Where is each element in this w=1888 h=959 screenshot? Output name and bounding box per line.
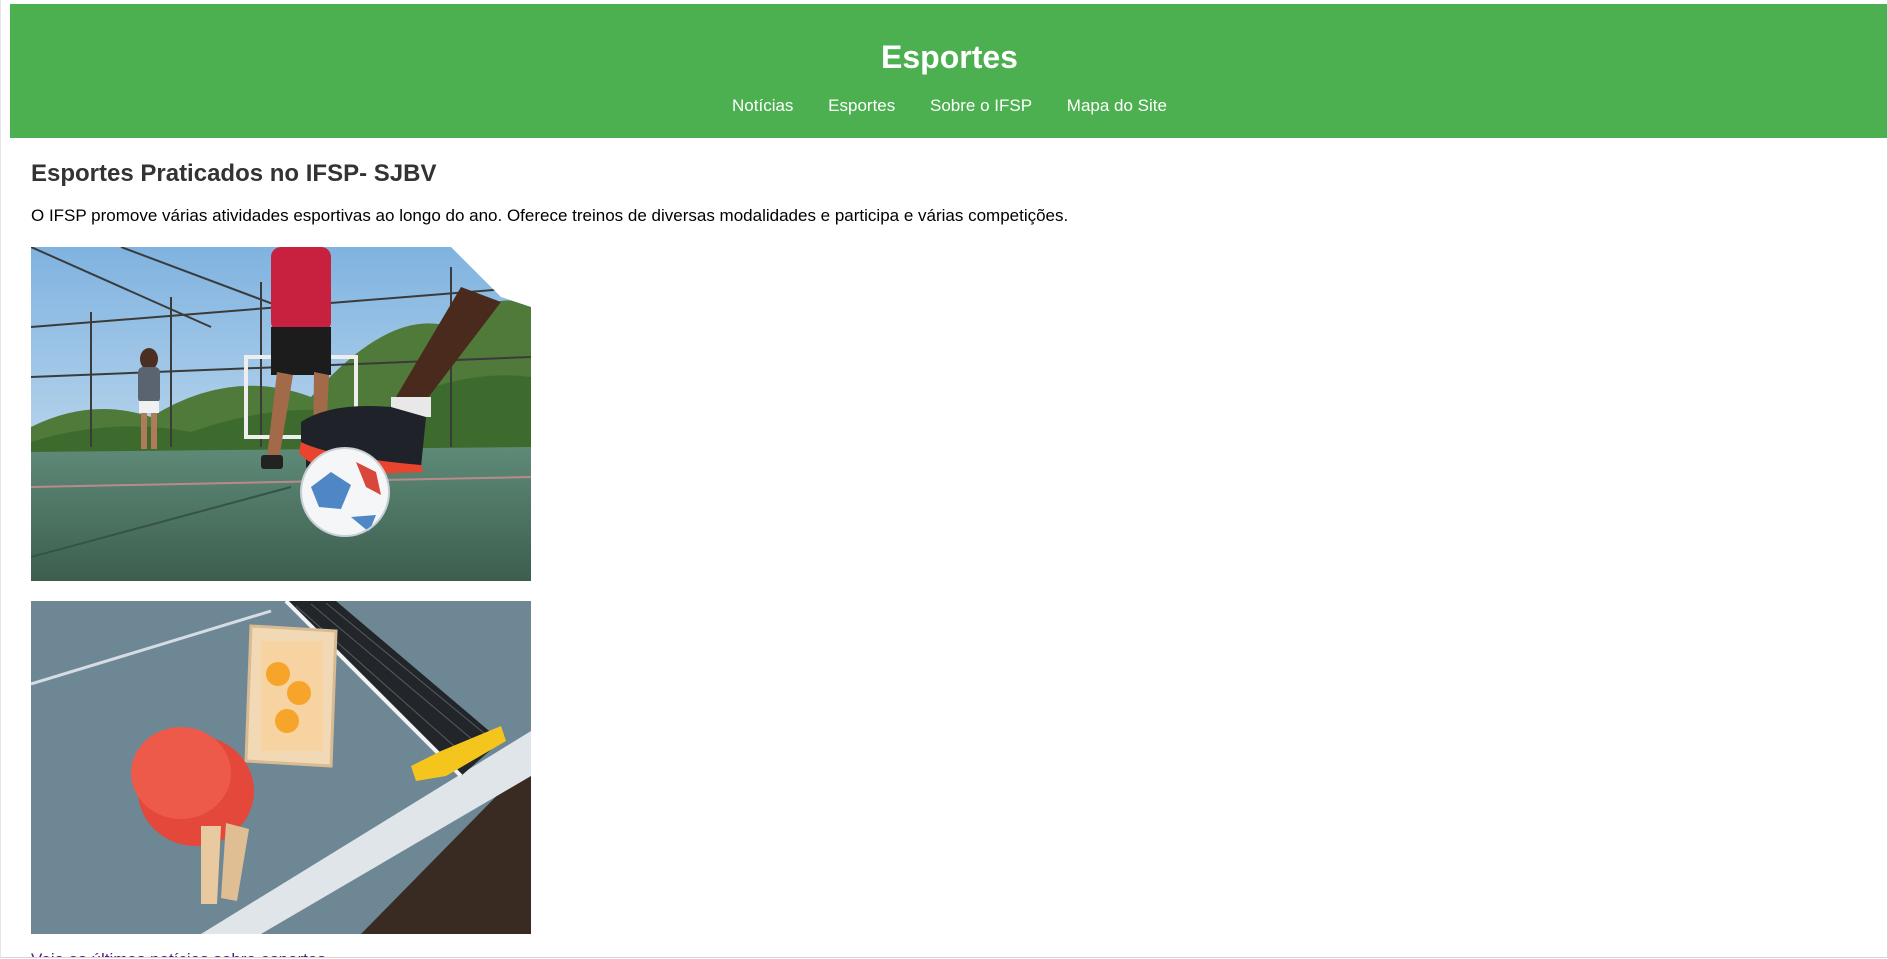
- main-nav: Notícias Esportes Sobre o IFSP Mapa do S…: [10, 92, 1887, 120]
- nav-link-noticias[interactable]: Notícias: [732, 92, 793, 120]
- main-content: Esportes Praticados no IFSP- SJBV O IFSP…: [31, 138, 1887, 957]
- site-title: Esportes: [881, 39, 1018, 75]
- futsal-photo: [31, 247, 531, 581]
- nav-link-esportes[interactable]: Esportes: [828, 92, 895, 120]
- intro-paragraph: O IFSP promove várias atividades esporti…: [31, 206, 1069, 225]
- nav-link-mapa[interactable]: Mapa do Site: [1067, 92, 1167, 120]
- site-header: Esportes Notícias Esportes Sobre o IFSP …: [10, 4, 1887, 138]
- section-title: Esportes Praticados no IFSP- SJBV: [31, 160, 437, 187]
- nav-link-sobre[interactable]: Sobre o IFSP: [930, 92, 1032, 120]
- table-tennis-photo: [31, 601, 531, 934]
- browser-viewport: Esportes Notícias Esportes Sobre o IFSP …: [0, 0, 1888, 958]
- news-link[interactable]: Veja as últimas notícias sobre esportes: [31, 948, 326, 957]
